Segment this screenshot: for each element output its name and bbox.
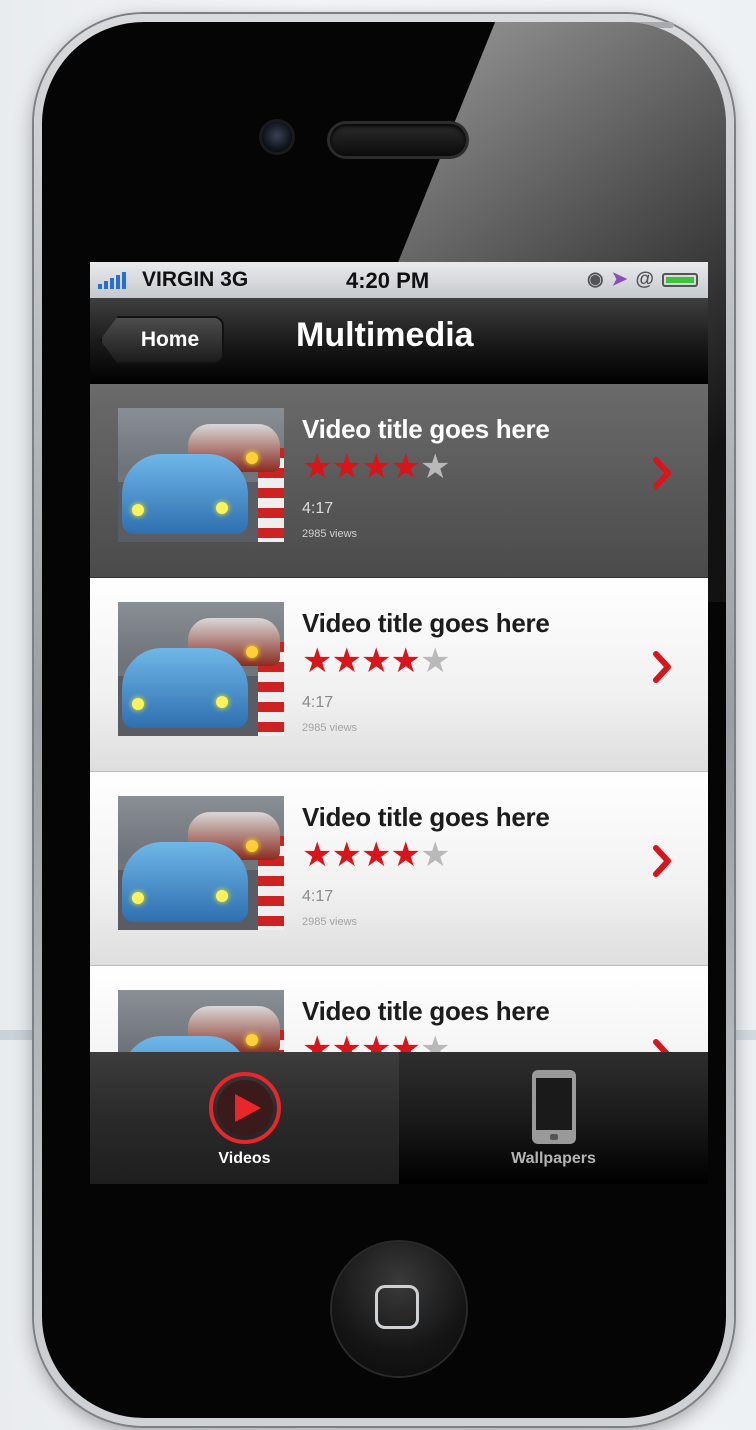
home-back-button[interactable]: Home: [100, 316, 224, 364]
video-views: 2985 views: [302, 916, 358, 928]
video-title: Video title goes here: [302, 802, 550, 832]
star-filled-icon: ★: [360, 836, 392, 874]
video-views: 2985 views: [302, 528, 358, 540]
status-icons: ◉ ➤ @: [587, 268, 698, 291]
status-time: 4:20 PM: [346, 268, 430, 293]
video-thumbnail: [118, 602, 284, 736]
video-title: Video title goes here: [302, 414, 550, 444]
star-empty-icon: ★: [419, 448, 451, 486]
chevron-right-icon[interactable]: [652, 844, 672, 878]
video-title: Video title goes here: [302, 996, 550, 1026]
video-row[interactable]: Video title goes here★★★★★4:172985 views: [90, 384, 708, 578]
video-duration: 4:17: [302, 888, 334, 905]
video-duration: 4:17: [302, 500, 334, 517]
star-filled-icon: ★: [331, 836, 362, 874]
star-filled-icon: ★: [390, 642, 421, 680]
page-title: Multimedia: [296, 316, 474, 354]
tab-videos[interactable]: Videos: [90, 1052, 399, 1184]
star-rating: ★★★★★: [302, 642, 451, 680]
video-title: Video title goes here: [302, 608, 550, 638]
carrier-label: VIRGIN 3G: [142, 268, 249, 291]
tab-bar: Videos Wallpapers: [90, 1052, 708, 1184]
chevron-right-icon[interactable]: [652, 456, 672, 490]
video-list: Video title goes here ★★★★★ 4:17 2985 views…: [90, 384, 708, 1160]
home-square-icon: [375, 1285, 419, 1329]
star-filled-icon: ★: [302, 642, 333, 680]
video-views: 2985 views: [302, 722, 358, 734]
video-duration: 4:17: [302, 694, 334, 711]
star-filled-icon: ★: [302, 448, 333, 486]
video-row[interactable]: Video title goes here★★★★★4:172985 views: [90, 772, 708, 966]
star-filled-icon: ★: [331, 642, 362, 680]
play-icon: [208, 1072, 281, 1144]
star-filled-icon: ★: [390, 836, 421, 874]
star-rating: ★★★★★: [302, 448, 451, 486]
app-screen: VIRGIN 3G 4:20 PM ◉ ➤ @ Home Multimedia …: [90, 262, 708, 1184]
star-filled-icon: ★: [360, 642, 392, 680]
phone-device-icon: [531, 1070, 576, 1144]
tab-videos-label: Videos: [218, 1150, 271, 1167]
tab-wallpapers[interactable]: Wallpapers: [399, 1052, 708, 1184]
video-thumbnail: [118, 408, 284, 542]
front-camera: [262, 122, 292, 152]
location-icon: ➤: [611, 269, 628, 290]
battery-icon: [662, 272, 698, 287]
navigation-bar: Home Multimedia: [90, 298, 708, 384]
star-empty-icon: ★: [419, 642, 451, 680]
star-filled-icon: ★: [390, 448, 421, 486]
status-bar: VIRGIN 3G 4:20 PM ◉ ➤ @: [90, 262, 708, 298]
star-rating: ★★★★★: [302, 836, 451, 874]
video-row[interactable]: Video title goes here★★★★★4:172985 views: [90, 578, 708, 772]
alarm-icon: @: [635, 268, 654, 290]
lock-rotation-icon: ◉: [586, 269, 604, 290]
home-button[interactable]: [332, 1242, 466, 1376]
earpiece-speaker: [330, 124, 466, 156]
star-empty-icon: ★: [419, 836, 451, 874]
star-filled-icon: ★: [302, 836, 333, 874]
video-thumbnail: [118, 796, 284, 930]
star-filled-icon: ★: [360, 448, 392, 486]
signal-icon: [98, 272, 126, 289]
chevron-right-icon[interactable]: [652, 650, 672, 684]
star-filled-icon: ★: [331, 448, 362, 486]
tab-wallpapers-label: Wallpapers: [511, 1150, 596, 1167]
